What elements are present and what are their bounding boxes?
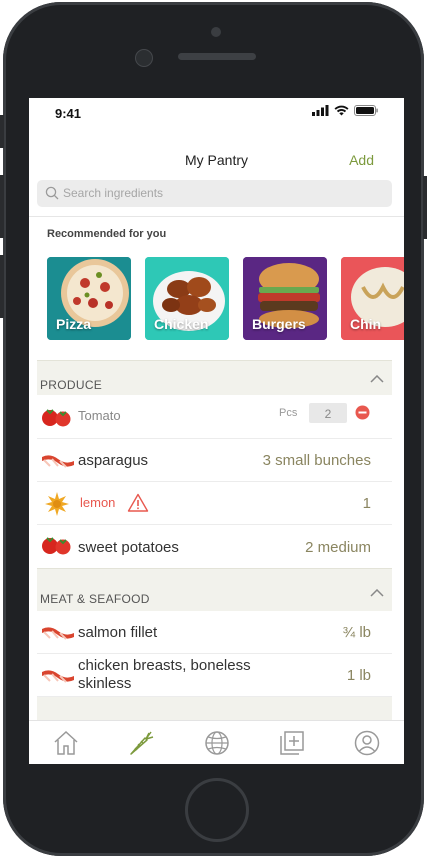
item-name: salmon fillet bbox=[78, 624, 158, 641]
front-camera bbox=[135, 49, 153, 67]
list-item-lemon[interactable]: lemon 1 bbox=[37, 482, 392, 525]
list-item-salmon[interactable]: salmon fillet ¾ lb bbox=[37, 611, 392, 654]
meat-icon bbox=[42, 670, 74, 683]
search-icon bbox=[45, 186, 59, 200]
section-header-produce[interactable]: PRODUCE bbox=[37, 360, 392, 395]
volume-up-button bbox=[0, 175, 4, 238]
tab-bar bbox=[29, 720, 404, 764]
recommended-title: Recommended for you bbox=[47, 228, 167, 240]
list-item-chicken-breasts[interactable]: chicken breasts, boneless skinless 1 lb bbox=[37, 654, 392, 697]
globe-icon[interactable] bbox=[203, 729, 231, 757]
section-title: PRODUCE bbox=[40, 378, 103, 392]
home-button[interactable] bbox=[185, 778, 249, 842]
camera-dot bbox=[211, 27, 221, 37]
quantity-value: 2 bbox=[324, 407, 332, 421]
item-quantity: 3 small bunches bbox=[262, 452, 371, 469]
add-button[interactable]: Add bbox=[349, 152, 374, 168]
home-icon[interactable] bbox=[52, 729, 80, 757]
add-collection-icon[interactable] bbox=[278, 729, 306, 757]
app-screen: 9:41 My Pantry Add Search ingredients Re… bbox=[29, 98, 404, 764]
item-quantity: ¾ lb bbox=[342, 624, 371, 641]
item-quantity: 2 medium bbox=[305, 539, 371, 556]
list-item-tomato[interactable]: Tomato Pcs 2 bbox=[37, 395, 392, 439]
lemon-icon bbox=[45, 492, 69, 516]
recipe-card-chinese[interactable]: Chin bbox=[341, 257, 404, 340]
earpiece-speaker bbox=[178, 53, 256, 60]
profile-icon[interactable] bbox=[353, 729, 381, 757]
section-footer bbox=[37, 697, 392, 720]
search-input[interactable]: Search ingredients bbox=[37, 180, 392, 207]
battery-icon bbox=[354, 105, 378, 116]
tomato-icon bbox=[42, 537, 71, 555]
recommended-carousel[interactable]: Pizza Chicken Burgers Chin bbox=[47, 257, 404, 341]
quantity-field[interactable]: 2 bbox=[309, 403, 347, 423]
item-name: Tomato bbox=[78, 408, 121, 423]
chevron-up-icon[interactable] bbox=[370, 375, 384, 383]
section-title: MEAT & SEAFOOD bbox=[40, 592, 150, 606]
phone-frame: 9:41 My Pantry Add Search ingredients Re… bbox=[3, 2, 424, 856]
item-quantity: 1 lb bbox=[346, 667, 371, 684]
unit-label: Pcs bbox=[279, 407, 298, 419]
recipe-card-label: Chicken bbox=[154, 316, 209, 332]
status-icons bbox=[312, 105, 378, 116]
recipe-card-burgers[interactable]: Burgers bbox=[243, 257, 327, 340]
carrot-icon[interactable] bbox=[127, 729, 155, 757]
warning-icon bbox=[127, 493, 149, 512]
item-quantity: 1 bbox=[362, 495, 371, 512]
chevron-up-icon[interactable] bbox=[370, 589, 384, 597]
meat-icon bbox=[42, 627, 74, 640]
item-name: chicken breasts, boneless skinless bbox=[78, 657, 251, 692]
divider bbox=[29, 216, 404, 217]
search-placeholder: Search ingredients bbox=[63, 186, 164, 200]
recipe-card-chicken[interactable]: Chicken bbox=[145, 257, 229, 340]
power-button bbox=[423, 176, 427, 239]
recipe-card-label: Burgers bbox=[252, 316, 306, 332]
item-name: lemon bbox=[80, 495, 116, 510]
tomato-icon bbox=[42, 409, 71, 427]
page-title: My Pantry bbox=[184, 152, 248, 168]
recipe-card-pizza[interactable]: Pizza bbox=[47, 257, 131, 340]
nav-bar: My Pantry Add bbox=[29, 146, 404, 174]
status-bar: 9:41 bbox=[29, 98, 404, 126]
signal-icon bbox=[312, 105, 329, 116]
recipe-card-label: Chin bbox=[350, 316, 382, 332]
item-name: asparagus bbox=[78, 452, 149, 469]
list-item-asparagus[interactable]: asparagus 3 small bunches bbox=[37, 439, 392, 482]
list-item-sweet-potatoes[interactable]: sweet potatoes 2 medium bbox=[37, 525, 392, 567]
asparagus-icon bbox=[42, 455, 74, 468]
section-header-meat-seafood[interactable]: MEAT & SEAFOOD bbox=[37, 568, 392, 611]
item-name: sweet potatoes bbox=[78, 539, 179, 556]
wifi-icon bbox=[334, 105, 349, 116]
volume-down-button bbox=[0, 255, 4, 318]
mute-switch bbox=[0, 115, 4, 148]
recipe-card-label: Pizza bbox=[56, 316, 92, 332]
remove-icon[interactable] bbox=[355, 405, 370, 420]
status-time: 9:41 bbox=[55, 106, 82, 121]
